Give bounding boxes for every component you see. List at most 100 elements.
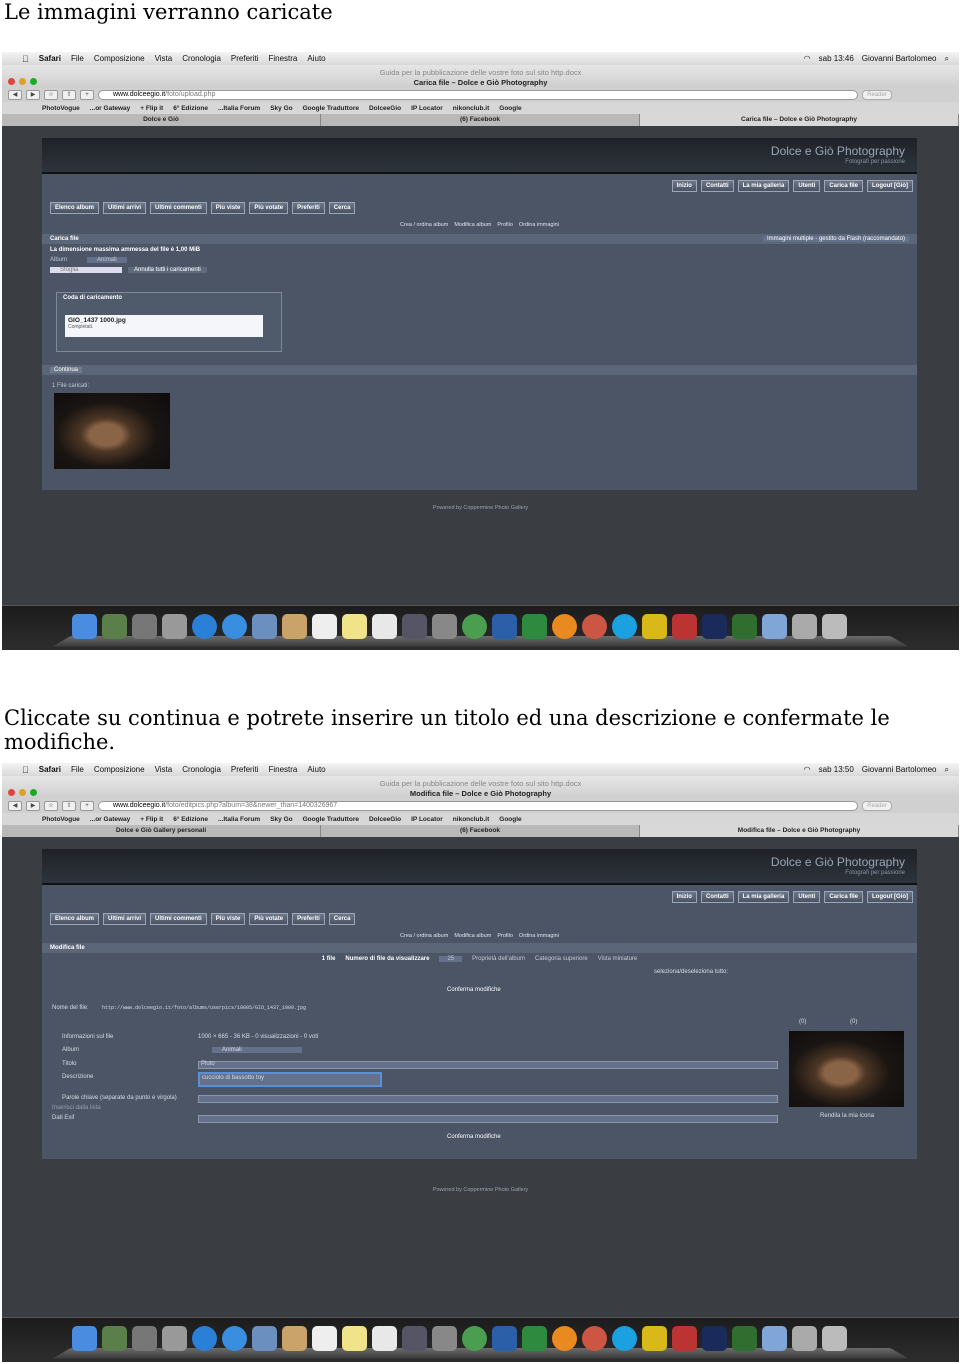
- menu-app[interactable]: Safari: [39, 765, 61, 774]
- finder-icon[interactable]: [72, 1326, 97, 1351]
- mail-icon[interactable]: [252, 614, 277, 639]
- trash-icon[interactable]: [822, 614, 847, 639]
- per-page-select[interactable]: 25: [439, 956, 463, 962]
- menu-finestra[interactable]: Finestra: [268, 765, 297, 774]
- bookmark-edizione[interactable]: 6° Edizione: [173, 105, 208, 112]
- apple-icon[interactable]: : [22, 54, 29, 64]
- reminders-icon[interactable]: [372, 1326, 397, 1351]
- thumbs-link[interactable]: Vista miniature: [598, 956, 638, 962]
- bookmark-nikonclub[interactable]: nikonclub.it: [453, 105, 489, 112]
- calendar-icon[interactable]: [312, 614, 337, 639]
- forward-icon[interactable]: ▶: [26, 800, 40, 811]
- bookmark-translate[interactable]: Google Traduttore: [303, 105, 359, 112]
- reader-button[interactable]: Reader: [862, 800, 892, 811]
- facetime-icon[interactable]: [402, 614, 427, 639]
- menu-preferiti[interactable]: Preferiti: [231, 54, 259, 63]
- mail-icon[interactable]: [252, 1326, 277, 1351]
- word-icon[interactable]: [492, 614, 517, 639]
- sub-order-images[interactable]: Ordina immagini: [519, 222, 559, 228]
- picasa-icon[interactable]: [582, 614, 607, 639]
- bookmark-photovogue[interactable]: PhotoVogue: [42, 105, 80, 112]
- trash-icon[interactable]: [822, 1326, 847, 1351]
- dog-photo-thumbnail[interactable]: [54, 393, 170, 469]
- spotlight-icon[interactable]: ⌕: [945, 765, 949, 775]
- spotlight-icon[interactable]: ⌕: [945, 54, 949, 64]
- excel-icon[interactable]: [522, 614, 547, 639]
- nav-search[interactable]: Cerca: [328, 202, 356, 214]
- album-props-link[interactable]: Proprietà dell'album: [472, 956, 525, 962]
- clock[interactable]: sab 13:46: [819, 54, 854, 63]
- tab-3[interactable]: Carica file – Dolce e Giò Photography: [640, 114, 959, 126]
- dreamweaver-icon[interactable]: [732, 614, 757, 639]
- app-store-icon[interactable]: [222, 1326, 247, 1351]
- from-list-link[interactable]: Inserisci dalla lista: [52, 1105, 101, 1111]
- bookmark-iplocator[interactable]: IP Locator: [411, 105, 443, 112]
- menu-aiuto[interactable]: Aiuto: [307, 765, 325, 774]
- nav-recent[interactable]: Ultimi arrivi: [103, 913, 147, 925]
- mission-control-icon[interactable]: [162, 614, 187, 639]
- app-store-icon[interactable]: [222, 614, 247, 639]
- reminders-icon[interactable]: [372, 614, 397, 639]
- finder-icon[interactable]: [72, 614, 97, 639]
- preferences-icon[interactable]: [432, 614, 457, 639]
- tab-1[interactable]: Dolce e Giò Gallery personali: [2, 825, 321, 837]
- documents-icon[interactable]: [792, 614, 817, 639]
- downloads-folder-icon[interactable]: [762, 614, 787, 639]
- user-name[interactable]: Giovanni Bartolomeo: [862, 54, 937, 63]
- nav-favorites[interactable]: Preferiti: [292, 202, 325, 214]
- bookmarks-icon[interactable]: ☆: [44, 800, 58, 811]
- launchpad-icon[interactable]: [132, 1326, 157, 1351]
- upload-mode-select[interactable]: Immagini multiple - gestito da Flash (ra…: [762, 236, 909, 242]
- apple-icon[interactable]: : [22, 765, 29, 775]
- bookmark-photovogue[interactable]: PhotoVogue: [42, 816, 80, 823]
- bookmarks-icon[interactable]: ☆: [44, 89, 58, 100]
- confirm-button-top[interactable]: Conferma modifiche: [447, 987, 501, 993]
- menu-app[interactable]: Safari: [39, 54, 61, 63]
- chrome-icon[interactable]: [462, 614, 487, 639]
- keywords-input[interactable]: [198, 1095, 778, 1103]
- bookmark-forum[interactable]: ...Italia Forum: [218, 816, 260, 823]
- sub-create-album[interactable]: Crea / ordina album: [400, 933, 448, 939]
- nav-comments[interactable]: Ultimi commenti: [150, 913, 207, 925]
- dashboard-icon[interactable]: [102, 614, 127, 639]
- contacts-icon[interactable]: [282, 1326, 307, 1351]
- nav-galleria[interactable]: La mia galleria: [737, 180, 790, 192]
- tab-2[interactable]: (6) Facebook: [321, 825, 640, 837]
- add-icon[interactable]: +: [80, 89, 94, 100]
- nav-inizio[interactable]: Inizio: [671, 891, 697, 903]
- bookmark-translate[interactable]: Google Traduttore: [303, 816, 359, 823]
- url-field[interactable]: www.dolceegio.it/foto/upload.php: [98, 89, 858, 100]
- notes-icon[interactable]: [342, 1326, 367, 1351]
- bookmark-dolceegio[interactable]: DolceeGio: [369, 816, 401, 823]
- menu-finestra[interactable]: Finestra: [268, 54, 297, 63]
- contacts-icon[interactable]: [282, 614, 307, 639]
- documents-icon[interactable]: [792, 1326, 817, 1351]
- nav-most-viewed[interactable]: Più viste: [210, 913, 246, 925]
- picasa-icon[interactable]: [582, 1326, 607, 1351]
- bookmark-dolceegio[interactable]: DolceeGio: [369, 105, 401, 112]
- parent-cat-link[interactable]: Categoria superiore: [535, 956, 588, 962]
- nav-utenti[interactable]: Utenti: [793, 891, 821, 903]
- skype-icon[interactable]: [612, 1326, 637, 1351]
- nav-album-list[interactable]: Elenco album: [50, 913, 100, 925]
- bookmark-nikonclub[interactable]: nikonclub.it: [453, 816, 489, 823]
- back-icon[interactable]: ◀: [8, 800, 22, 811]
- browse-button[interactable]: Sfoglia: [50, 267, 122, 273]
- bookmark-iplocator[interactable]: IP Locator: [411, 816, 443, 823]
- nav-search[interactable]: Cerca: [328, 913, 356, 925]
- back-icon[interactable]: ◀: [8, 89, 22, 100]
- share-icon[interactable]: ⇧: [62, 800, 76, 811]
- menu-cronologia[interactable]: Cronologia: [182, 765, 221, 774]
- bookmark-gateway[interactable]: ...or Gateway: [90, 816, 130, 823]
- menu-vista[interactable]: Vista: [155, 765, 173, 774]
- menu-file[interactable]: File: [71, 54, 84, 63]
- add-icon[interactable]: +: [80, 800, 94, 811]
- wifi-icon[interactable]: ◠: [804, 54, 811, 63]
- album-select[interactable]: Animali: [212, 1047, 302, 1053]
- menu-file[interactable]: File: [71, 765, 84, 774]
- menu-aiuto[interactable]: Aiuto: [307, 54, 325, 63]
- nav-top-rated[interactable]: Più votate: [249, 202, 289, 214]
- reader-button[interactable]: Reader: [862, 89, 892, 100]
- nav-galleria[interactable]: La mia galleria: [737, 891, 790, 903]
- menu-cronologia[interactable]: Cronologia: [182, 54, 221, 63]
